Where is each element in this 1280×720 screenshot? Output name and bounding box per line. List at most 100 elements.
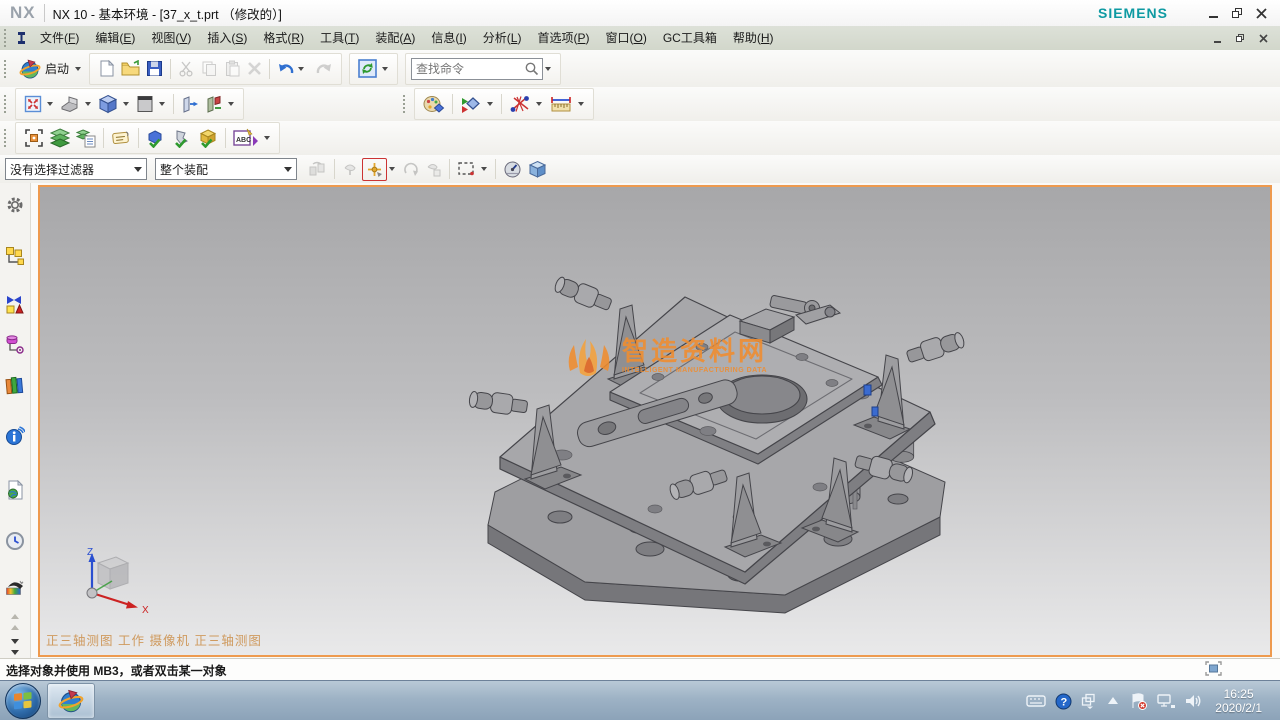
- find-dropdown-caret[interactable]: [545, 67, 551, 71]
- graphics-window[interactable]: 智造资料网 INTELLIGENT MANUFACTURING DATA Z X: [38, 185, 1272, 657]
- isometric-dropdown-caret[interactable]: [123, 102, 129, 106]
- restore-button[interactable]: [1230, 6, 1244, 20]
- minimize-button[interactable]: [1206, 6, 1220, 20]
- new-file-button[interactable]: [95, 58, 118, 79]
- internet-explorer-button[interactable]: [2, 424, 28, 448]
- assembly-navigator-button[interactable]: [2, 244, 28, 268]
- launch-dropdown-caret[interactable]: [75, 67, 81, 71]
- scroll-down-page-icon[interactable]: [11, 650, 19, 655]
- roles-gear-button[interactable]: [2, 193, 28, 217]
- text-tool-button[interactable]: ABC: [230, 126, 262, 150]
- orientation-triad[interactable]: Z X: [70, 545, 160, 617]
- interference-dropdown-caret[interactable]: [536, 102, 542, 106]
- undo-dropdown-caret[interactable]: [298, 67, 304, 71]
- visual-effects-button[interactable]: [457, 92, 485, 116]
- check-body-button[interactable]: [195, 126, 221, 150]
- volume-tray-icon[interactable]: [1185, 693, 1202, 709]
- scroll-up-page-icon[interactable]: [11, 625, 19, 630]
- move-component-button[interactable]: [21, 126, 47, 150]
- fit-window-dropdown-caret[interactable]: [382, 67, 388, 71]
- start-button[interactable]: [5, 683, 41, 719]
- visual-effects-dropdown-caret[interactable]: [487, 102, 493, 106]
- menu-item-window[interactable]: 窗口(O): [597, 26, 654, 50]
- part-navigator-icon: [5, 334, 25, 354]
- menu-item-format[interactable]: 格式(R): [255, 26, 312, 50]
- measure-dropdown-caret[interactable]: [578, 102, 584, 106]
- menu-item-file[interactable]: 文件(F): [32, 26, 87, 50]
- menu-item-edit[interactable]: 编辑(E): [87, 26, 143, 50]
- scroll-down-icon[interactable]: [11, 639, 19, 644]
- shaded-style-dropdown-caret[interactable]: [159, 102, 165, 106]
- menu-item-information[interactable]: 信息(I): [423, 26, 474, 50]
- doc-minimize-button[interactable]: [1210, 31, 1224, 45]
- isometric-view-button[interactable]: [95, 92, 121, 116]
- show-hidden-icons-button[interactable]: [1106, 695, 1120, 707]
- true-shading-button[interactable]: [420, 92, 448, 116]
- part-display-button[interactable]: [57, 93, 83, 115]
- fit-view-button[interactable]: [21, 93, 45, 115]
- check-analysis-button[interactable]: [169, 126, 195, 150]
- open-button[interactable]: [118, 58, 143, 79]
- selection-filter-select[interactable]: 没有选择过滤器: [5, 158, 147, 180]
- menu-item-preferences[interactable]: 首选项(P): [529, 26, 597, 50]
- taskbar-clock[interactable]: 16:25 2020/2/1: [1215, 687, 1262, 715]
- toolbar-drag-handle[interactable]: [4, 129, 10, 147]
- cad-model[interactable]: [40, 187, 1266, 651]
- help-tray-icon[interactable]: ?: [1055, 693, 1072, 710]
- fit-window-button[interactable]: [355, 57, 380, 80]
- menu-item-insert[interactable]: 插入(S): [199, 26, 255, 50]
- input-keyboard-icon[interactable]: [1026, 694, 1046, 708]
- section-plane-button[interactable]: [202, 93, 226, 115]
- visual-palette-button[interactable]: [2, 576, 28, 600]
- taskbar-nx-button[interactable]: [47, 683, 95, 719]
- network-tray-icon[interactable]: [1157, 693, 1176, 709]
- check-solid-button[interactable]: [143, 126, 169, 150]
- marquee-dropdown-caret[interactable]: [481, 167, 487, 171]
- toolbar-drag-handle[interactable]: [403, 95, 409, 113]
- history-clock-button[interactable]: [2, 529, 28, 553]
- doc-close-button[interactable]: [1256, 31, 1270, 45]
- layer-stack-button[interactable]: [47, 126, 73, 150]
- snap-point-dropdown-caret[interactable]: [389, 167, 395, 171]
- part-navigator-button[interactable]: [2, 332, 28, 356]
- selection-scope-select[interactable]: 整个装配: [155, 158, 297, 180]
- menu-item-help[interactable]: 帮助(H): [725, 26, 782, 50]
- part-display-dropdown-caret[interactable]: [85, 102, 91, 106]
- menu-item-analysis[interactable]: 分析(L): [475, 26, 530, 50]
- fit-view-dropdown-caret[interactable]: [47, 102, 53, 106]
- orient-gauge-button[interactable]: [500, 158, 525, 181]
- reuse-library-button[interactable]: [2, 373, 28, 397]
- save-button[interactable]: [143, 58, 166, 79]
- action-center-flag-icon[interactable]: [1129, 693, 1148, 710]
- snap-point-button[interactable]: [362, 158, 387, 181]
- section-dropdown-caret[interactable]: [228, 102, 234, 106]
- menu-item-gc-toolbox[interactable]: GC工具箱: [655, 26, 725, 50]
- measure-button[interactable]: [546, 92, 576, 116]
- close-button[interactable]: [1254, 6, 1268, 20]
- toolbar-drag-handle[interactable]: [4, 95, 10, 113]
- undo-button[interactable]: [274, 58, 311, 79]
- marquee-select-button[interactable]: [454, 159, 479, 179]
- shaded-style-button[interactable]: [133, 93, 157, 115]
- history-web-button[interactable]: [2, 478, 28, 502]
- show-solid-button[interactable]: [525, 158, 550, 181]
- check-analysis-icon: [172, 128, 192, 148]
- launch-button[interactable]: 启动: [15, 57, 89, 81]
- clip-section-button[interactable]: [178, 93, 202, 115]
- menu-item-assemblies[interactable]: 装配(A): [367, 26, 423, 50]
- constraint-navigator-button[interactable]: [2, 294, 28, 318]
- selection-filter-value: 没有选择过滤器: [10, 161, 94, 178]
- menu-item-view[interactable]: 视图(V): [143, 26, 199, 50]
- toolbar-drag-handle[interactable]: [4, 60, 10, 78]
- annotation-note-button[interactable]: [108, 127, 134, 149]
- menu-drag-handle[interactable]: [4, 29, 10, 47]
- restore-windows-tray-icon[interactable]: [1081, 693, 1097, 709]
- layer-settings-button[interactable]: [73, 126, 99, 150]
- interference-check-button[interactable]: [506, 92, 534, 116]
- doc-restore-button[interactable]: [1233, 31, 1247, 45]
- menu-item-tools[interactable]: 工具(T): [312, 26, 367, 50]
- delete-x-icon: [247, 61, 262, 76]
- text-tool-dropdown-caret[interactable]: [264, 136, 270, 140]
- scroll-up-icon[interactable]: [11, 614, 19, 619]
- snapshot-button[interactable]: [1205, 661, 1222, 679]
